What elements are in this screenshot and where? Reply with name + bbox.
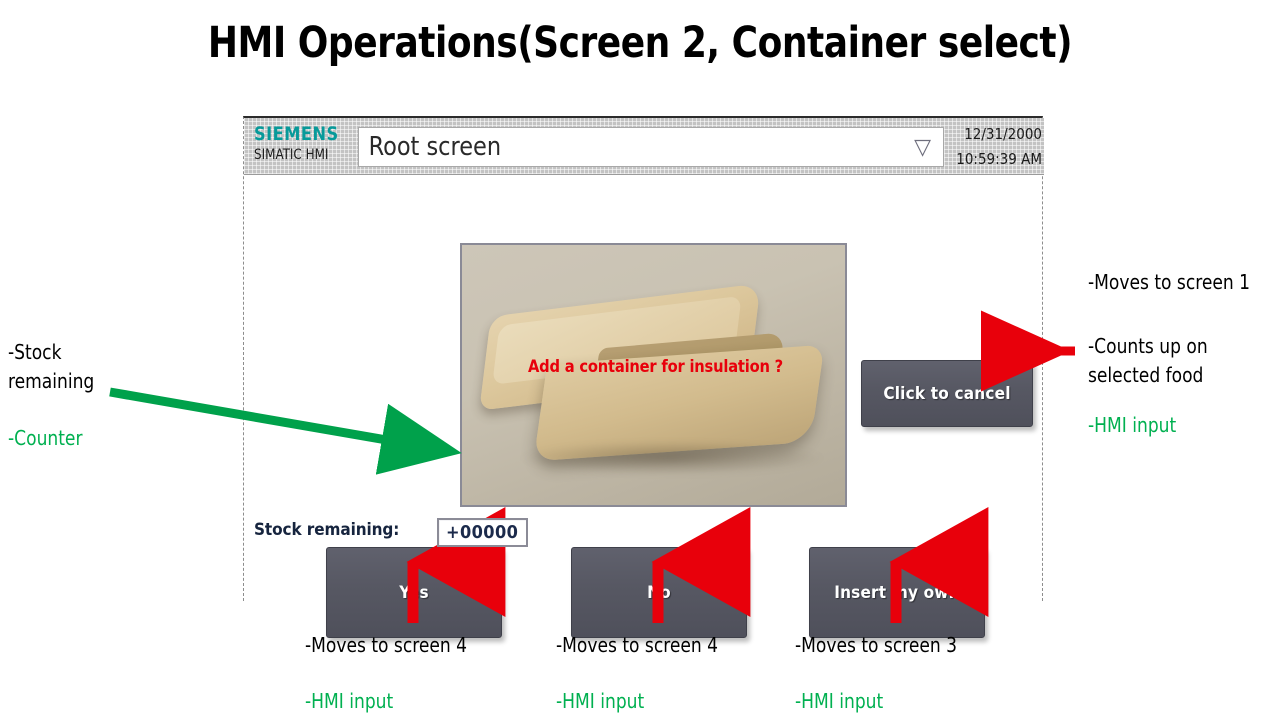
annotation-yes-hmi-input: -HMI input — [305, 689, 394, 713]
annotation-insert-hmi-input: -HMI input — [795, 689, 884, 713]
page-title: HMI Operations(Screen 2, Container selec… — [207, 18, 1073, 68]
screen-selector-value: Root screen — [368, 132, 502, 162]
clock-time: 10:59:39 AM — [956, 150, 1042, 168]
clock-date: 12/31/2000 — [964, 125, 1042, 143]
stock-remaining-value: +00000 — [446, 522, 519, 543]
yes-button[interactable]: Yes — [326, 547, 502, 638]
hmi-clock: 12/31/2000 10:59:39 AM — [942, 122, 1042, 172]
annotation-insert-target: -Moves to screen 3 — [795, 633, 958, 657]
container-shadow — [522, 441, 822, 475]
hmi-panel: SIEMENS SIMATIC HMI Root screen ▽ 12/31/… — [243, 116, 1044, 638]
annotation-counter: -Counter — [8, 426, 83, 450]
stock-remaining-field[interactable]: +00000 — [437, 518, 528, 547]
slide-canvas: HMI Operations(Screen 2, Container selec… — [0, 0, 1280, 720]
insert-my-own-button[interactable]: Insert my own — [809, 547, 985, 638]
annotation-no-target: -Moves to screen 4 — [556, 633, 719, 657]
screen-selector-dropdown[interactable]: Root screen ▽ — [358, 127, 944, 167]
siemens-wordmark: SIEMENS — [254, 123, 339, 145]
simatic-hmi-label: SIMATIC HMI — [254, 147, 329, 163]
annotation-no-hmi-input: -HMI input — [556, 689, 645, 713]
container-photo: Add a container for insulation ? — [460, 243, 847, 507]
annotation-stock-remaining: -Stock remaining — [8, 340, 95, 393]
hmi-header-bar: SIEMENS SIMATIC HMI Root screen ▽ 12/31/… — [244, 118, 1044, 175]
annotation-hmi-input-right: -HMI input — [1088, 413, 1177, 437]
siemens-logo: SIEMENS SIMATIC HMI — [254, 123, 354, 171]
stock-remaining-label: Stock remaining: — [254, 520, 400, 540]
photo-overlay-text: Add a container for insulation ? — [528, 357, 783, 377]
annotation-counts-up: -Counts up on selected food — [1088, 334, 1208, 387]
annotation-moves-to-screen-1: -Moves to screen 1 — [1088, 270, 1251, 294]
annotation-yes-target: -Moves to screen 4 — [305, 633, 468, 657]
hmi-screen-body: Add a container for insulation ? Click t… — [244, 175, 1042, 638]
click-to-cancel-button[interactable]: Click to cancel — [861, 360, 1033, 427]
chevron-down-icon[interactable]: ▽ — [914, 136, 931, 158]
no-button[interactable]: No — [571, 547, 747, 638]
